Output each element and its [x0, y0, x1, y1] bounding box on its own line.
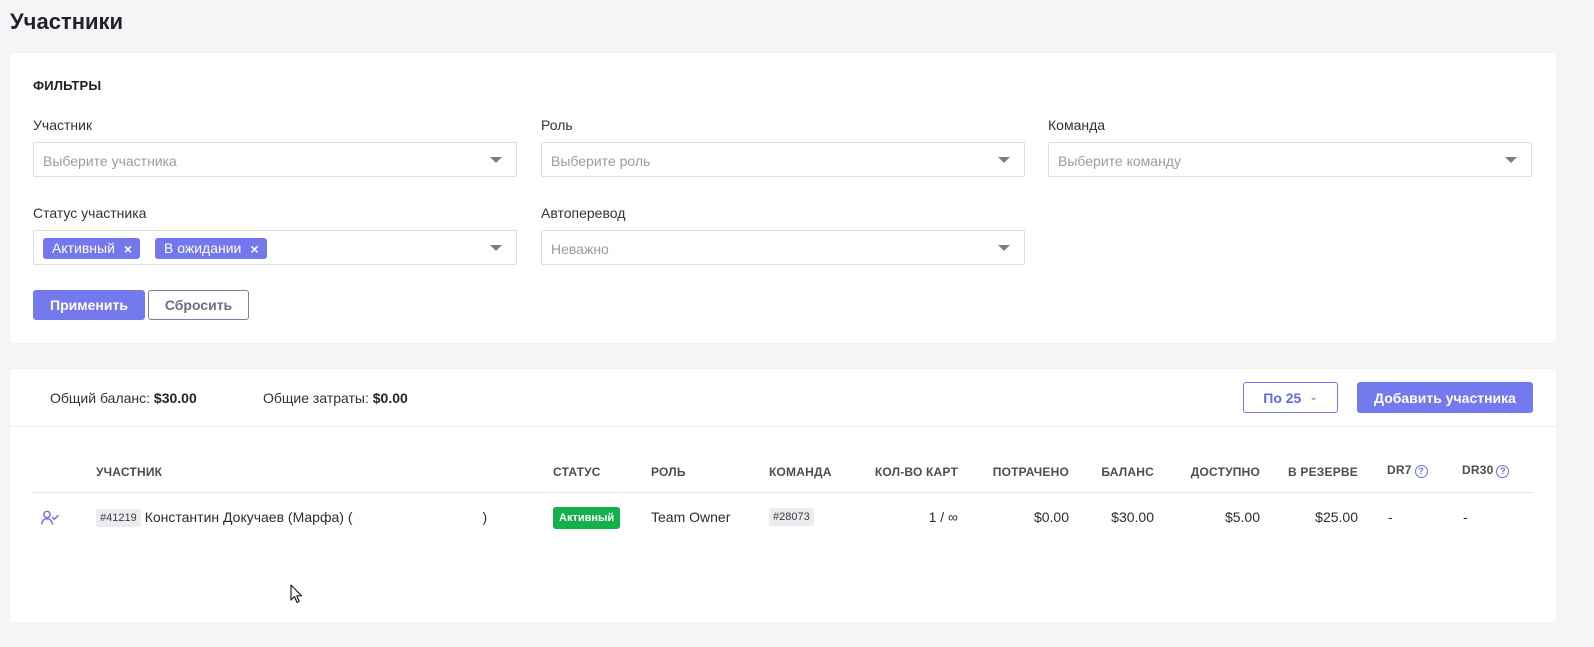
reset-button[interactable]: Сбросить — [148, 290, 249, 320]
caret-down-icon — [1505, 157, 1517, 163]
participant-filter-label: Участник — [33, 117, 93, 133]
autotransfer-select[interactable]: Неважно — [541, 230, 1025, 265]
remove-tag-icon[interactable]: × — [124, 242, 132, 256]
role-filter-label: Роль — [541, 117, 573, 133]
total-balance-value: $30.00 — [153, 390, 197, 406]
status-tag-pending: В ожидании × — [155, 238, 267, 259]
redacted-contact — [353, 512, 483, 522]
help-icon[interactable]: ? — [1496, 465, 1510, 478]
caret-down-icon — [998, 157, 1010, 163]
status-tag-active: Активный × — [43, 238, 141, 259]
participant-cell[interactable]: #41219 Константин Докучаев (Марфа) () — [96, 509, 487, 527]
column-header-cards[interactable]: КОЛ-ВО КАРТ — [858, 465, 958, 479]
dr30-cell: - — [1463, 509, 1468, 525]
role-select[interactable]: Выберите роль — [541, 142, 1025, 177]
apply-button[interactable]: Применить — [33, 290, 145, 320]
remove-tag-icon[interactable]: × — [250, 242, 258, 256]
help-icon[interactable]: ? — [1414, 465, 1428, 478]
filters-title: ФИЛЬТРЫ — [33, 78, 102, 93]
total-balance-label: Общий баланс: — [50, 390, 151, 406]
caret-down-icon — [998, 245, 1010, 251]
page-title: Участники — [10, 9, 124, 34]
column-header-available[interactable]: ДОСТУПНО — [1160, 465, 1260, 479]
autotransfer-select-value: Неважно — [551, 241, 609, 257]
participant-name: Константин Докучаев (Марфа) ( — [144, 509, 353, 525]
filters-panel: ФИЛЬТРЫ Участник Выберите участника Роль… — [10, 53, 1556, 343]
chevron-down-icon: ⌄ — [1309, 392, 1318, 403]
team-cell[interactable]: #28073 — [769, 508, 818, 526]
column-header-participant[interactable]: УЧАСТНИК — [96, 465, 162, 479]
total-spent: Общие затраты: $0.00 — [263, 390, 408, 406]
reserve-cell: $25.00 — [1315, 509, 1358, 525]
dr30-label: DR30 — [1462, 463, 1494, 477]
participant-select-placeholder: Выберите участника — [43, 153, 177, 169]
participant-name-close: ) — [482, 509, 488, 525]
status-badge: Активный — [553, 507, 621, 529]
role-select-placeholder: Выберите роль — [551, 153, 651, 169]
column-header-status[interactable]: СТАТУС — [553, 465, 601, 479]
column-header-balance[interactable]: БАЛАНС — [1074, 465, 1154, 479]
team-select[interactable]: Выберите команду — [1048, 142, 1532, 177]
total-balance: Общий баланс: $30.00 — [50, 390, 197, 406]
status-tag-label: В ожидании — [164, 240, 242, 256]
participant-id-badge: #41219 — [96, 509, 141, 527]
user-check-icon[interactable] — [41, 510, 59, 525]
add-participant-button[interactable]: Добавить участника — [1357, 382, 1533, 413]
role-cell: Team Owner — [651, 509, 731, 525]
caret-down-icon — [490, 157, 502, 163]
caret-down-icon — [490, 245, 502, 251]
mouse-cursor-icon — [290, 584, 303, 604]
team-select-placeholder: Выберите команду — [1058, 153, 1181, 169]
table-header-divider — [33, 492, 1533, 493]
team-filter-label: Команда — [1048, 117, 1106, 133]
column-header-dr30[interactable]: DR30? — [1462, 463, 1510, 478]
team-id-badge: #28073 — [769, 508, 814, 526]
balance-cell: $30.00 — [1111, 509, 1154, 525]
total-spent-value: $0.00 — [372, 390, 408, 406]
column-header-spent[interactable]: ПОТРАЧЕНО — [968, 465, 1069, 479]
available-cell: $5.00 — [1224, 509, 1260, 525]
cards-count-cell: 1 / ∞ — [928, 509, 958, 525]
spent-cell: $0.00 — [1033, 509, 1069, 525]
column-header-dr7[interactable]: DR7? — [1387, 463, 1428, 478]
summary-bar: Общий баланс: $30.00 Общие затраты: $0.0… — [10, 369, 1556, 427]
status-multiselect[interactable]: Активный × В ожидании × — [33, 230, 517, 265]
dr7-label: DR7 — [1387, 463, 1412, 477]
dr7-cell: - — [1388, 509, 1393, 525]
status-tag-label: Активный — [52, 240, 115, 256]
per-page-dropdown[interactable]: По 25 ⌄ — [1243, 382, 1338, 413]
status-filter-label: Статус участника — [33, 205, 147, 221]
total-spent-label: Общие затраты: — [263, 390, 369, 406]
per-page-label: По 25 — [1263, 389, 1302, 406]
column-header-team[interactable]: КОМАНДА — [769, 465, 832, 479]
participant-select[interactable]: Выберите участника — [33, 142, 517, 177]
participants-table-panel: Общий баланс: $30.00 Общие затраты: $0.0… — [10, 369, 1556, 622]
column-header-reserve[interactable]: В РЕЗЕРВЕ — [1267, 465, 1358, 479]
autotransfer-filter-label: Автоперевод — [541, 205, 626, 221]
column-header-role[interactable]: РОЛЬ — [651, 465, 686, 479]
